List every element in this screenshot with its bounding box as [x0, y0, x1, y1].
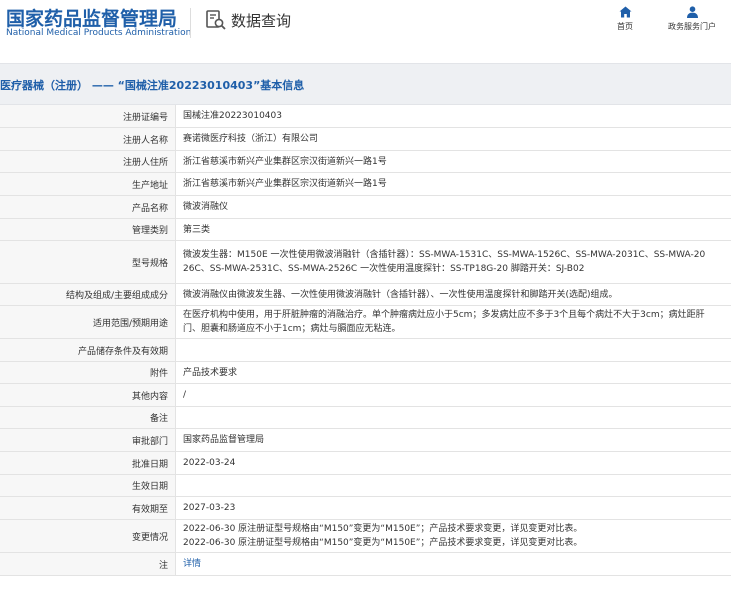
field-label: 生产地址 — [0, 173, 176, 195]
field-value: 第三类 — [176, 219, 731, 240]
field-value: 浙江省慈溪市新兴产业集群区宗汉街道新兴一路1号 — [176, 151, 731, 172]
page-title: 医疗器械（注册） —— “国械注准20223010403”基本信息 — [0, 79, 305, 92]
field-value-line: 微波发生器：M150E 一次性使用微波消融针（含插针器）：SS-MWA-1531… — [183, 250, 706, 260]
document-search-icon — [206, 10, 226, 30]
table-row: 注详情 — [0, 553, 731, 576]
field-value — [176, 475, 731, 496]
field-value: 2022-03-24 — [176, 452, 731, 474]
field-value — [176, 339, 731, 361]
field-value: 微波发生器：M150E 一次性使用微波消融针（含插针器）：SS-MWA-1531… — [176, 241, 731, 283]
field-label: 附件 — [0, 362, 176, 383]
field-value-line: 第三类 — [183, 224, 211, 235]
field-value-line: 26C、SS-MWA-2531C、SS-MWA-2526C 一次性使用温度探针：… — [183, 264, 585, 274]
table-row: 批准日期 2022-03-24 — [0, 452, 731, 475]
field-value: / — [176, 384, 731, 406]
field-value-line: 国械注准20223010403 — [183, 111, 282, 121]
field-label: 产品储存条件及有效期 — [0, 339, 176, 361]
site-logo-en[interactable]: National Medical Products Administration — [6, 28, 191, 38]
table-row: 适用范围/预期用途 在医疗机构中使用，用于肝脏肿瘤的消融治疗。单个肿瘤病灶应小于5… — [0, 306, 731, 339]
data-query-title: 数据查询 — [231, 11, 292, 30]
field-label: 注册人住所 — [0, 151, 176, 172]
table-row: 产品名称 微波消融仪 — [0, 196, 731, 219]
table-row: 生产地址 浙江省慈溪市新兴产业集群区宗汉街道新兴一路1号 — [0, 173, 731, 196]
field-value: 浙江省慈溪市新兴产业集群区宗汉街道新兴一路1号 — [176, 173, 731, 195]
field-value: 国家药品监督管理局 — [176, 429, 731, 451]
home-icon — [619, 6, 631, 18]
field-value: 产品技术要求 — [176, 362, 731, 383]
detail-table: 注册证编号 国械注准20223010403 注册人名称 赛诺微医疗科技（浙江）有限公司… — [0, 105, 731, 576]
field-label: 管理类别 — [0, 219, 176, 240]
table-row: 注册人名称 赛诺微医疗科技（浙江）有限公司 — [0, 128, 731, 151]
field-label: 注 — [0, 553, 176, 575]
field-label: 其他内容 — [0, 384, 176, 406]
field-value: 在医疗机构中使用，用于肝脏肿瘤的消融治疗。单个肿瘤病灶应小于5cm；多发病灶应不… — [176, 306, 731, 338]
table-row: 产品储存条件及有效期 — [0, 339, 731, 362]
table-row: 附件 产品技术要求 — [0, 362, 731, 384]
field-value-line: 微波消融仪 — [183, 202, 229, 212]
field-label: 产品名称 — [0, 196, 176, 218]
field-value — [176, 407, 731, 428]
site-logo-cn[interactable]: 国家药品监督管理局 — [6, 4, 177, 31]
nav-home-label: 首页 — [617, 22, 633, 31]
field-value-line: 国家药品监督管理局 — [183, 435, 265, 445]
field-label: 批准日期 — [0, 452, 176, 474]
field-value-line: 2022-06-30 原注册证型号规格由“M150”变更为“M150E”；产品技… — [183, 538, 583, 548]
table-row: 注册人住所 浙江省慈溪市新兴产业集群区宗汉街道新兴一路1号 — [0, 151, 731, 173]
field-value-line: 在医疗机构中使用，用于肝脏肿瘤的消融治疗。单个肿瘤病灶应小于5cm；多发病灶应不… — [183, 310, 705, 320]
field-label: 审批部门 — [0, 429, 176, 451]
field-value: 2022-06-30 原注册证型号规格由“M150”变更为“M150E”；产品技… — [176, 520, 731, 552]
field-label: 结构及组成/主要组成成分 — [0, 284, 176, 305]
table-row: 其他内容 / — [0, 384, 731, 407]
field-value: 微波消融仪由微波发生器、一次性使用微波消融针（含插针器）、一次性使用温度探针和脚… — [176, 284, 731, 305]
table-row: 有效期至 2027-03-23 — [0, 497, 731, 520]
page-title-bar: 医疗器械（注册） —— “国械注准20223010403”基本信息 — [0, 63, 731, 105]
field-label: 注册人名称 — [0, 128, 176, 150]
header-divider — [190, 8, 191, 38]
field-value: 赛诺微医疗科技（浙江）有限公司 — [176, 128, 731, 150]
field-label: 型号规格 — [0, 241, 176, 283]
table-row: 管理类别 第三类 — [0, 219, 731, 241]
nav-portal-label: 政务服务门户 — [668, 22, 716, 31]
nav-portal[interactable]: 政务服务门户 — [668, 6, 716, 32]
table-row: 审批部门 国家药品监督管理局 — [0, 429, 731, 452]
table-row: 变更情况 2022-06-30 原注册证型号规格由“M150”变更为“M150E”… — [0, 520, 731, 553]
field-value: 微波消融仪 — [176, 196, 731, 218]
field-value-line: 微波消融仪由微波发生器、一次性使用微波消融针（含插针器）、一次性使用温度探针和脚… — [183, 289, 618, 300]
field-value-line: 产品技术要求 — [183, 367, 238, 378]
field-value: 2027-03-23 — [176, 497, 731, 519]
field-value-line: 浙江省慈溪市新兴产业集群区宗汉街道新兴一路1号 — [183, 156, 387, 167]
field-value-line: 2027-03-23 — [183, 503, 236, 513]
field-value-line: / — [183, 390, 187, 400]
table-row: 结构及组成/主要组成成分 微波消融仪由微波发生器、一次性使用微波消融针（含插针器）… — [0, 284, 731, 306]
details-link[interactable]: 详情 — [183, 557, 201, 571]
nav-home[interactable]: 首页 — [617, 6, 633, 32]
field-label: 备注 — [0, 407, 176, 428]
field-value-line: 赛诺微医疗科技（浙江）有限公司 — [183, 134, 319, 144]
field-value-line: 2022-06-30 原注册证型号规格由“M150”变更为“M150E”；产品技… — [183, 524, 583, 534]
field-label: 生效日期 — [0, 475, 176, 496]
data-query-heading: 数据查询 — [205, 9, 291, 31]
user-icon — [686, 6, 698, 18]
field-label: 适用范围/预期用途 — [0, 306, 176, 338]
field-value: 国械注准20223010403 — [176, 105, 731, 127]
table-row: 注册证编号 国械注准20223010403 — [0, 105, 731, 128]
field-value-line: 浙江省慈溪市新兴产业集群区宗汉街道新兴一路1号 — [183, 179, 387, 189]
field-label: 变更情况 — [0, 520, 176, 552]
table-row: 生效日期 — [0, 475, 731, 497]
table-row: 型号规格 微波发生器：M150E 一次性使用微波消融针（含插针器）：SS-MWA-… — [0, 241, 731, 284]
field-label: 注册证编号 — [0, 105, 176, 127]
field-label: 有效期至 — [0, 497, 176, 519]
field-value-line: 门、胆囊和肠道应不小于1cm；病灶与膈面应无粘连。 — [183, 324, 401, 334]
site-header: 国家药品监督管理局 National Medical Products Admi… — [0, 0, 731, 52]
field-value: 详情 — [176, 553, 731, 575]
table-row: 备注 — [0, 407, 731, 429]
field-value-line: 2022-03-24 — [183, 458, 236, 468]
